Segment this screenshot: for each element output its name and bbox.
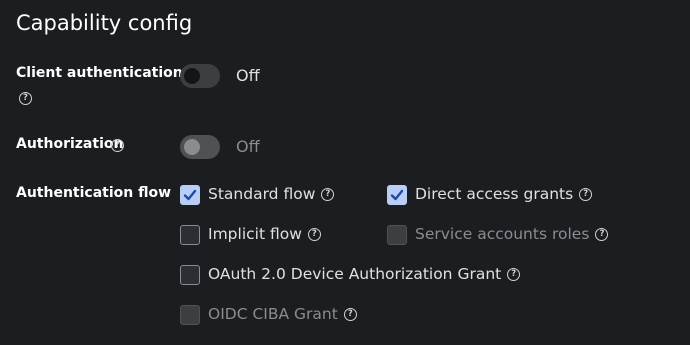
- toggle-knob: [184, 68, 200, 84]
- oauth-device-grant-option[interactable]: OAuth 2.0 Device Authorization Grant ?: [208, 265, 521, 283]
- check-icon: [183, 189, 197, 201]
- authorization-state: Off: [236, 137, 260, 156]
- implicit-flow-option[interactable]: Implicit flow ?: [208, 225, 321, 243]
- service-accounts-roles-label: Service accounts roles: [415, 225, 590, 243]
- implicit-flow-checkbox[interactable]: [180, 225, 200, 245]
- direct-access-grants-help-icon[interactable]: ?: [579, 187, 593, 201]
- client-authentication-help-icon[interactable]: ?: [19, 92, 32, 105]
- standard-flow-option[interactable]: Standard flow ?: [208, 185, 335, 203]
- oidc-ciba-grant-checkbox[interactable]: [180, 305, 200, 325]
- direct-access-grants-label: Direct access grants: [415, 185, 574, 203]
- section-title: Capability config: [16, 11, 193, 35]
- service-accounts-roles-help-icon[interactable]: ?: [595, 227, 609, 241]
- oauth-device-grant-help-icon[interactable]: ?: [507, 267, 521, 281]
- oidc-ciba-grant-help-icon[interactable]: ?: [343, 307, 357, 321]
- toggle-knob: [184, 139, 200, 155]
- oauth-device-grant-label: OAuth 2.0 Device Authorization Grant: [208, 265, 502, 283]
- service-accounts-roles-option[interactable]: Service accounts roles ?: [415, 225, 609, 243]
- service-accounts-roles-checkbox[interactable]: [387, 225, 407, 245]
- oidc-ciba-grant-label: OIDC CIBA Grant: [208, 305, 338, 323]
- standard-flow-label: Standard flow: [208, 185, 316, 203]
- client-authentication-state: Off: [236, 66, 260, 85]
- authentication-flow-label: Authentication flow: [16, 185, 172, 201]
- implicit-flow-label: Implicit flow: [208, 225, 302, 243]
- client-authentication-label: Client authentication: [16, 65, 183, 81]
- implicit-flow-help-icon[interactable]: ?: [307, 227, 321, 241]
- client-authentication-toggle[interactable]: [180, 64, 220, 88]
- direct-access-grants-checkbox[interactable]: [387, 185, 407, 205]
- oidc-ciba-grant-option[interactable]: OIDC CIBA Grant ?: [208, 305, 357, 323]
- standard-flow-help-icon[interactable]: ?: [321, 187, 335, 201]
- oauth-device-grant-checkbox[interactable]: [180, 265, 200, 285]
- authorization-label: Authorization: [16, 136, 124, 152]
- standard-flow-checkbox[interactable]: [180, 185, 200, 205]
- authorization-help-icon[interactable]: ?: [111, 139, 124, 152]
- authorization-toggle[interactable]: [180, 135, 220, 159]
- check-icon: [390, 189, 404, 201]
- direct-access-grants-option[interactable]: Direct access grants ?: [415, 185, 593, 203]
